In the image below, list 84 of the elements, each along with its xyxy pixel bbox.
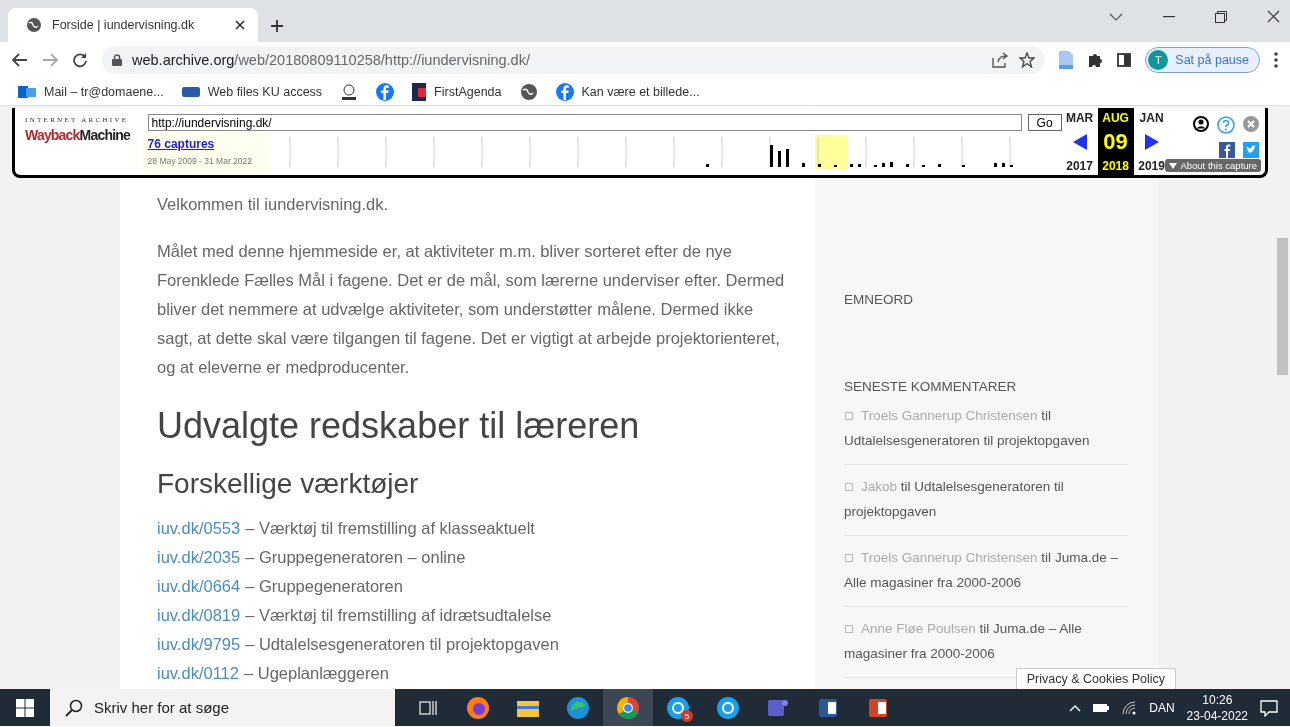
firstagenda-icon: [412, 82, 427, 101]
side-panel-icon[interactable]: [1117, 53, 1132, 67]
short-link[interactable]: iuv.dk/0664: [157, 572, 241, 601]
notification-badge: 5: [681, 710, 693, 722]
capture-date-range: 28 May 2009 - 31 Mar 2022: [147, 156, 253, 166]
facebook-icon: [376, 82, 395, 101]
previous-arrow-icon[interactable]: [1072, 134, 1087, 150]
chevron-up-icon[interactable]: [1069, 703, 1082, 712]
link-description: – Værktøj til fremstilling af klasseaktuelt: [245, 518, 535, 539]
about-capture-button[interactable]: About this capture: [1165, 159, 1261, 172]
globe-icon: [519, 82, 538, 101]
bullet-icon: [845, 625, 853, 633]
calendar-month[interactable]: MAR 2017: [1061, 108, 1098, 175]
section-heading: Forskellige værktøjer: [157, 467, 420, 501]
captures-link[interactable]: 76 captures: [147, 137, 270, 151]
short-link[interactable]: iuv.dk/0553: [157, 514, 241, 543]
sidebar-heading: EMNEORD: [844, 292, 914, 307]
caret-icon: [1169, 162, 1178, 169]
search-icon: [65, 699, 83, 717]
notification-icon[interactable]: [1260, 698, 1278, 717]
sidebar-heading: SENESTE KOMMENTARER: [844, 379, 1018, 394]
reload-icon[interactable]: [72, 52, 88, 68]
intro-text: Velkommen til iundervisning.dk.: [157, 194, 390, 215]
profile-button[interactable]: T Sat på pause: [1145, 47, 1260, 73]
help-icon[interactable]: [1217, 116, 1235, 134]
short-link[interactable]: iuv.dk/0112: [157, 659, 239, 688]
short-link[interactable]: iuv.dk/0819: [157, 601, 241, 630]
link-description: – Gruppegeneratoren: [245, 576, 403, 597]
chevron-down-icon[interactable]: [1109, 12, 1123, 21]
twitter-icon[interactable]: [1243, 142, 1259, 158]
link-description: – Udtalelsesgeneratoren til projektopgaven: [245, 634, 559, 655]
bookmark[interactable]: Mail – tr@domaene...: [18, 83, 164, 100]
taskbar-search-field[interactable]: Skriv her for at søge: [50, 689, 395, 726]
link-description: – Gruppegeneratoren – online: [245, 547, 466, 568]
bookmark[interactable]: FirstAgenda: [412, 82, 502, 101]
bookmark[interactable]: Web files KU access: [181, 84, 323, 99]
short-link[interactable]: iuv.dk/9795: [157, 630, 241, 659]
bullet-icon: [845, 412, 853, 420]
star-icon[interactable]: [1019, 52, 1036, 68]
privacy-policy-toast[interactable]: Privacy & Cookies Policy: [1015, 668, 1176, 689]
recent-comment[interactable]: Jakob til Udtalelsesgeneratoren til projektopgaven: [844, 474, 1128, 524]
task-view-icon: [418, 698, 438, 717]
chrome-icon: [616, 695, 640, 720]
link-description: – Ugeplanlæggeren: [243, 663, 389, 684]
address-bar[interactable]: web.archive.org/web/20180809110258/http://iundervisning.dk/: [102, 46, 1046, 74]
http-icon: [181, 86, 200, 97]
globe-icon: [26, 17, 42, 33]
bookmark[interactable]: Kan være et billede...: [555, 82, 700, 101]
lock-icon: [112, 54, 122, 66]
url-field[interactable]: http://iundervisning.dk/: [147, 114, 1022, 131]
recent-comment[interactable]: Anne Fløe Poulsen til Juma.de – Alle magasiner fra 2000-2006: [844, 616, 1128, 666]
page-heading: Udvalgte redskaber til læreren: [157, 404, 641, 448]
minimize-icon[interactable]: [1163, 15, 1175, 18]
bullet-icon: [845, 483, 853, 491]
mail-icon: [18, 83, 36, 100]
input-language[interactable]: DAN: [1149, 700, 1175, 715]
short-link[interactable]: iuv.dk/2035: [157, 543, 241, 572]
windows-icon[interactable]: [16, 698, 34, 717]
bookmark[interactable]: [519, 82, 538, 101]
document-icon[interactable]: [1059, 51, 1074, 69]
recent-comment[interactable]: Troels Gannerup Christensen til Udtalelsesgeneratoren til projektopgaven: [844, 403, 1128, 453]
taskbar-app[interactable]: 5: [653, 689, 703, 726]
restore-icon[interactable]: [1215, 10, 1227, 23]
battery-icon[interactable]: [1093, 702, 1110, 713]
next-arrow-icon[interactable]: [1144, 134, 1159, 150]
share-icon[interactable]: [991, 52, 1010, 68]
facebook-icon: [555, 82, 574, 101]
calendar-month[interactable]: AUG 09 2018: [1097, 108, 1134, 175]
taskbar-clock[interactable]: 10:26 23-04-2022: [1186, 691, 1248, 724]
bullet-icon: [845, 554, 853, 562]
close-icon[interactable]: [1267, 10, 1280, 23]
recent-comment[interactable]: Troels Gannerup Christensen til Juma.de – Alle magasiner fra 2000-2006: [844, 545, 1128, 595]
puzzle-icon[interactable]: [1087, 52, 1104, 68]
wifi-icon[interactable]: [1121, 700, 1138, 715]
more-icon[interactable]: [1274, 52, 1278, 68]
user-icon[interactable]: [1193, 116, 1209, 132]
body-paragraph: Målet med denne hjemmeside er, at aktiviteter m.m. bliver sorteret efter de nye Forenklede Fælles Mål i fagene. Det er de mål, som lærerne underviser efter. Dermed bliver det nemmere at udvælge aktiviteter, som understøtter målene. Dermed ikke sagt, at dette skal være tilgangen til fagene. Det er vigtigt at arbejde projektorienteret, og at eleverne er medproducenter.: [157, 241, 786, 378]
browser-tab[interactable]: Forside | iundervisning.dk: [8, 8, 258, 42]
close-icon[interactable]: [234, 19, 246, 31]
back-icon[interactable]: [12, 53, 28, 67]
plus-icon[interactable]: [270, 19, 284, 33]
link-description: – Værktøj til fremstilling af idrætsudtalelse: [245, 605, 552, 626]
facebook-icon[interactable]: [1219, 142, 1235, 158]
go-button[interactable]: Go: [1027, 114, 1062, 131]
